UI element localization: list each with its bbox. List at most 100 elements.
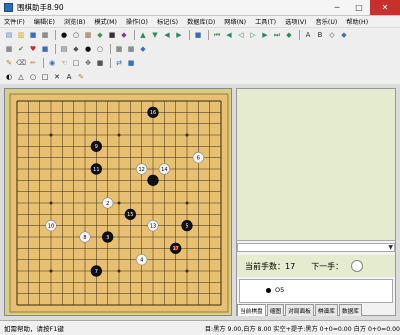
menu-item-8[interactable]: 工具(T) — [255, 17, 276, 26]
prev-fast-icon[interactable]: ◀ — [224, 30, 234, 40]
close-button[interactable]: ✕ — [370, 0, 400, 15]
stone-number: 14 — [161, 167, 167, 173]
hand-icon[interactable]: ☜ — [59, 58, 69, 68]
brush-icon[interactable]: ✎ — [4, 58, 14, 68]
menu-item-7[interactable]: 网络(N) — [224, 17, 246, 26]
status-score: 目:黑方 9.00,白方 8.00 实空+提子:黑方 0+0=0.00 白方 0… — [204, 325, 400, 333]
cross-icon[interactable]: ✕ — [52, 72, 62, 82]
open-icon[interactable]: ▥ — [16, 30, 26, 40]
menu-item-1[interactable]: 编辑(E) — [34, 17, 55, 26]
tool-a-icon[interactable]: A — [303, 30, 313, 40]
left-arrow-icon[interactable]: ◀ — [162, 30, 172, 40]
toolbar-separator — [110, 58, 111, 68]
tab-0[interactable]: 当前棋盘 — [237, 304, 266, 316]
toolbar-main: ▤ ▥ ■ ▦ ● ○ ▦ ◆ ■ ◆ ▲ ▼ ◀ ▶ ■ ⏮ ◀ ◁ ▷ ▶ ⏭ ◆ A B ◇ ◆ — [0, 28, 400, 42]
next-player-label: 下一手： — [311, 261, 344, 271]
stone-number: 17 — [172, 246, 178, 252]
black-stone-icon[interactable]: ● — [59, 30, 69, 40]
erase-mark-icon[interactable]: ✎ — [76, 72, 86, 82]
board-icon[interactable]: ▦ — [83, 30, 93, 40]
down-arrow-icon[interactable]: ▼ — [150, 30, 160, 40]
tool-c-icon[interactable]: ◇ — [327, 30, 337, 40]
fill-icon[interactable]: ■ — [95, 58, 105, 68]
heart-icon[interactable]: ♥ — [28, 44, 38, 54]
toolbar-markers: ◐ △ ○ □ ✕ A ✎ — [0, 70, 400, 84]
square-icon[interactable]: □ — [40, 72, 50, 82]
right-arrow-icon[interactable]: ▶ — [174, 30, 184, 40]
branch-icon[interactable]: ◆ — [284, 30, 294, 40]
chevron-down-icon[interactable]: ▼ — [388, 244, 393, 251]
menu-item-5[interactable]: 标记(S) — [157, 17, 178, 26]
grid-icon[interactable]: ▦ — [40, 30, 50, 40]
next-icon[interactable]: ▷ — [248, 30, 258, 40]
board-panel: 16 9 6 12 14 11 2 15 10 13 5 8 3 17 4 7 — [4, 88, 232, 316]
next-fast-icon[interactable]: ▶ — [260, 30, 270, 40]
half-stone-icon[interactable]: ◐ — [4, 72, 14, 82]
purple-icon[interactable]: ◆ — [119, 30, 129, 40]
tab-1[interactable]: 缩图 — [266, 304, 285, 316]
grid2-icon[interactable]: ▦ — [114, 44, 124, 54]
toolbar-separator — [189, 30, 190, 40]
save-icon[interactable]: ■ — [28, 30, 38, 40]
last-move-icon[interactable]: ⏭ — [272, 30, 282, 40]
maximize-button[interactable]: □ — [348, 0, 370, 15]
tab-4[interactable]: 数据库 — [338, 304, 362, 316]
variation-dropdown[interactable]: ▼ — [237, 243, 395, 252]
stone-number: 2 — [106, 201, 109, 207]
stone-select-icon[interactable]: ◉ — [47, 58, 57, 68]
menu-item-10[interactable]: 音乐(U) — [316, 17, 338, 26]
move-count: 当前手数：17 — [245, 261, 296, 271]
save3-icon[interactable]: ■ — [40, 44, 50, 54]
swap-icon[interactable]: ⇄ — [114, 58, 124, 68]
star-point — [49, 133, 53, 137]
save2-icon[interactable]: ■ — [193, 30, 203, 40]
black-stone[interactable] — [147, 174, 159, 186]
up-arrow-icon[interactable]: ▲ — [138, 30, 148, 40]
triangle-icon[interactable]: △ — [16, 72, 26, 82]
move-list[interactable]: O5 — [239, 279, 393, 303]
star-point — [49, 269, 53, 273]
star-point — [185, 269, 189, 273]
menu-item-0[interactable]: 文件(F) — [4, 17, 25, 26]
dark-icon[interactable]: ■ — [107, 30, 117, 40]
minimize-button[interactable]: ─ — [326, 0, 348, 15]
new-icon[interactable]: ▤ — [4, 30, 14, 40]
menu-item-6[interactable]: 数据库(D) — [187, 17, 215, 26]
menu-item-4[interactable]: 操作(O) — [126, 17, 148, 26]
circle-icon[interactable]: ○ — [28, 72, 38, 82]
white-stone-icon[interactable]: ○ — [71, 30, 81, 40]
prev-icon[interactable]: ◁ — [236, 30, 246, 40]
menu-item-11[interactable]: 帮助(H) — [346, 17, 368, 26]
green-icon[interactable]: ◆ — [95, 30, 105, 40]
flag-icon[interactable]: ◆ — [138, 44, 148, 54]
stone-number: 9 — [95, 144, 98, 150]
tool-b-icon[interactable]: B — [315, 30, 325, 40]
star-point — [185, 133, 189, 137]
list-item[interactable]: O5 — [266, 286, 284, 294]
mark-icon[interactable]: ■ — [126, 58, 136, 68]
square-tool-icon[interactable]: □ — [71, 58, 81, 68]
tab-2[interactable]: 对局面板 — [285, 304, 314, 316]
stone-black-icon[interactable]: ● — [83, 44, 93, 54]
pencil-icon[interactable]: ✏ — [28, 58, 38, 68]
tool-d-icon[interactable]: ◆ — [339, 30, 349, 40]
layer-icon[interactable]: ▤ — [59, 44, 69, 54]
label-a-icon[interactable]: A — [64, 72, 74, 82]
status-bar: 如需帮助，请按F1键 目:黑方 9.00,白方 8.00 实空+提子:黑方 0+… — [0, 320, 400, 335]
move-icon[interactable]: ✥ — [83, 58, 93, 68]
menu-item-2[interactable]: 浏览(B) — [64, 17, 85, 26]
go-board[interactable]: 16 9 6 12 14 11 2 15 10 13 5 8 3 17 4 7 — [5, 89, 233, 317]
stone-white-icon[interactable]: ○ — [95, 44, 105, 54]
check-icon[interactable]: ✔ — [16, 44, 26, 54]
stone-number: 16 — [150, 110, 156, 116]
eraser-icon[interactable]: ⌫ — [16, 58, 26, 68]
comment-area[interactable] — [237, 89, 395, 241]
pin-icon[interactable]: ◆ — [71, 44, 81, 54]
menu-item-3[interactable]: 模式(M) — [94, 17, 117, 26]
stone-grid-icon[interactable]: ▦ — [4, 44, 14, 54]
grid3-icon[interactable]: ▦ — [126, 44, 136, 54]
menu-item-9[interactable]: 选项(V) — [285, 17, 306, 26]
window-title: 围棋助手8.90 — [17, 3, 64, 12]
tab-3[interactable]: 棋谱库 — [314, 304, 338, 316]
first-move-icon[interactable]: ⏮ — [212, 30, 222, 40]
